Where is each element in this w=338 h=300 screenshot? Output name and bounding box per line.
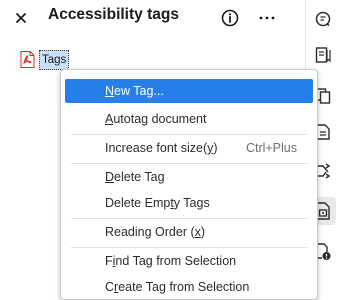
menu-separator bbox=[71, 134, 307, 135]
menu-separator bbox=[71, 218, 307, 219]
shortcut-label: Ctrl+Plus bbox=[245, 141, 297, 155]
menu-item-increase-font-size[interactable]: Increase font size(y) Ctrl+Plus bbox=[65, 136, 313, 160]
panel-header: Accessibility tags bbox=[0, 0, 305, 38]
pdf-file-icon bbox=[20, 51, 35, 68]
menu-item-new-tag[interactable]: New Tag... bbox=[65, 79, 313, 103]
more-options-icon[interactable] bbox=[256, 8, 278, 28]
close-icon[interactable] bbox=[12, 9, 30, 27]
menu-item-reading-order[interactable]: Reading Order (x) bbox=[65, 220, 313, 244]
menu-item-create-tag-from-selection[interactable]: Create Tag from Selection bbox=[65, 275, 313, 299]
info-icon[interactable] bbox=[220, 8, 240, 28]
menu-item-find-tag-from-selection[interactable]: Find Tag from Selection bbox=[65, 249, 313, 273]
menu-item-delete-tag[interactable]: Delete Tag bbox=[65, 165, 313, 189]
menu-separator bbox=[71, 163, 307, 164]
bookmarks-icon[interactable] bbox=[312, 44, 334, 66]
panel-title: Accessibility tags bbox=[48, 6, 179, 23]
menu-item-autotag-document[interactable]: Autotag document bbox=[65, 107, 313, 131]
menu-separator bbox=[71, 247, 307, 248]
menu-item-delete-empty-tags[interactable]: Delete Empty Tags bbox=[65, 191, 313, 215]
tags-root-label[interactable]: Tags bbox=[39, 50, 70, 70]
context-menu: New Tag... Autotag document Increase fon… bbox=[60, 69, 318, 300]
comment-icon[interactable] bbox=[312, 8, 334, 30]
